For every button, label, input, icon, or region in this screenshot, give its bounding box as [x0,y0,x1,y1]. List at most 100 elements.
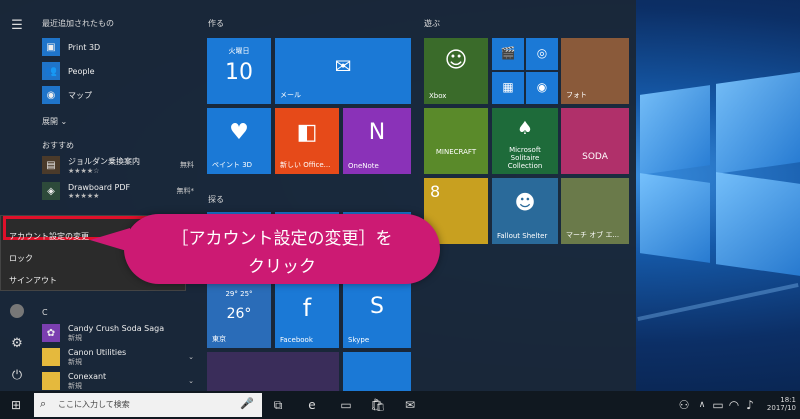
app-sub: 新規 [68,357,82,366]
group-create: 作る [208,19,224,28]
tile-skype[interactable]: S Skype [343,282,411,348]
menu-lock[interactable]: ロック [9,253,33,264]
menu-change-account-settings[interactable]: アカウント設定の変更 [9,231,89,242]
tile-photos[interactable]: フォト [561,38,629,104]
tile-groove[interactable]: ◎ [526,38,558,70]
calculator-icon: ▦ [502,80,514,94]
free-badge: 無料* [176,187,195,195]
windows-start-icon[interactable]: ⊞ [8,397,24,413]
hamburger-menu-icon[interactable]: ☰ [9,18,25,34]
network-icon[interactable]: ▭ [710,397,726,413]
store-icon[interactable]: 🛍 [370,397,386,413]
app-maps[interactable]: ◉ マップ [42,84,92,106]
taskbar-search-box[interactable]: ⌕ ここに入力して検索 🎤 [34,393,262,417]
app-candy-crush[interactable]: ✿ Candy Crush Soda Saga 新規 [42,322,164,344]
tile-fallout[interactable]: ☻ Fallout Shelter [492,178,558,244]
app-sub: 新規 [68,333,82,342]
app-label: Canon Utilities [68,347,127,357]
tile-label: 東京 [212,335,226,343]
app-info: Canon Utilities 新規 [68,348,126,367]
weather-temp-low: 25° [240,290,253,298]
folder-icon [42,348,60,366]
tile-news[interactable] [207,352,339,391]
group-play: 遊ぶ [424,19,440,28]
tile-march[interactable]: マーチ オブ エ... [561,178,629,244]
tile-label: Xbox [429,92,447,100]
wallpaper-window-pane [640,173,710,263]
wifi-icon[interactable]: ◠ [726,397,742,413]
tile-calendar[interactable]: 火曜日 10 [207,38,271,104]
print3d-icon: ▣ [42,38,60,56]
task-view-icon[interactable]: ⧉ [270,397,286,413]
tile-calculator[interactable]: ▦ [492,72,524,104]
recent-header: 最近追加されたもの [42,19,114,28]
groove-icon: ◎ [536,46,548,60]
tile-minecraft[interactable]: MINECRAFT [424,108,488,174]
expand-label: 展開 [42,117,58,126]
tile-paint3d[interactable]: ♥ ペイント 3D [207,108,271,174]
mail-taskbar-icon[interactable]: ✉ [402,397,418,413]
free-badge: 無料 [180,161,194,169]
soda-logo: SODA [582,152,608,162]
drawboard-icon: ◈ [42,182,60,200]
app-label: マップ [68,90,92,100]
clock-date: 2017/10 [766,404,796,412]
settings-gear-icon[interactable]: ⚙ [9,336,25,352]
tile-camera[interactable]: ◉ [526,72,558,104]
app-label: Conexant [68,371,107,381]
app-label: ジョルダン乗換案内 [68,156,140,166]
tile-candy-soda[interactable]: SODA [561,108,629,174]
app-print3d[interactable]: ▣ Print 3D [42,36,100,58]
office-icon: ◧ [296,120,318,145]
group-explore: 探る [208,195,224,204]
expand-link[interactable]: 展開 ⌄ [42,116,67,127]
tile-onenote[interactable]: N OneNote [343,108,411,174]
asphalt-number: 8 [430,182,441,201]
app-label: People [68,66,95,76]
xbox-icon: ☺ [444,48,468,73]
app-sub: 新規 [68,381,82,390]
app-jorudan[interactable]: ▤ ジョルダン乗換案内 ★★★★☆ 無料 [42,154,200,176]
volume-icon[interactable]: ♪ [742,397,758,413]
app-info: ジョルダン乗換案内 ★★★★☆ [68,156,140,175]
tile-xbox[interactable]: ☺ Xbox [424,38,488,104]
app-label: Drawboard PDF [68,182,131,192]
tile-movies[interactable]: 🎬 [492,38,524,70]
weather-temp-current: 26° [226,306,252,322]
tile-facebook[interactable]: f Facebook [275,282,339,348]
calendar-date: 10 [225,60,253,85]
power-icon[interactable]: ⏻ [9,368,25,384]
file-explorer-icon[interactable]: ▭ [338,397,354,413]
app-label: Print 3D [68,42,101,52]
system-clock[interactable]: 18:1 2017/10 [767,396,796,412]
app-rating: ★★★★☆ [68,166,100,175]
tile-solitaire[interactable]: ♠ Microsoft Solitaire Collection [492,108,558,174]
tile-label: フォト [566,91,587,99]
app-people[interactable]: 👥 People [42,60,95,82]
app-conexant[interactable]: Conexant 新規 ⌄ [42,370,200,392]
paint3d-icon: ♥ [229,120,249,145]
letter-c-header[interactable]: C [42,308,48,317]
start-menu: ☰ ⚙ ⏻ 最近追加されたもの ▣ Print 3D 👥 People ◉ マップ 展… [0,0,636,391]
tile-weather[interactable]: 29° 25° 26° 東京 [207,282,271,348]
app-drawboard[interactable]: ◈ Drawboard PDF ★★★★★ 無料* [42,180,200,202]
people-taskbar-icon[interactable]: ⚇ [676,397,692,413]
callout-line1: ［アカウント設定の変更］を [171,229,393,249]
menu-sign-out[interactable]: サインアウト [9,275,57,286]
start-rail: ☰ ⚙ ⏻ [0,0,34,391]
wallpaper-window-pane [716,172,800,276]
chevron-down-icon[interactable]: ⌄ [188,377,194,385]
instruction-callout: ［アカウント設定の変更］を クリック [90,214,440,284]
tile-mail[interactable]: ✉ メール [275,38,411,104]
tile-office[interactable]: ◧ 新しい Office... [275,108,339,174]
microphone-icon[interactable]: 🎤 [240,397,254,410]
chevron-down-icon[interactable]: ⌄ [188,353,194,361]
edge-icon[interactable]: e [304,397,320,413]
app-label: Candy Crush Soda Saga [68,323,165,333]
user-avatar-icon[interactable] [10,304,24,318]
tile-settings[interactable] [343,352,411,391]
app-canon[interactable]: Canon Utilities 新規 ⌄ [42,346,200,368]
tile-label: 新しい Office... [280,161,331,169]
app-list: 最近追加されたもの ▣ Print 3D 👥 People ◉ マップ 展開 ⌄ おす… [34,0,200,391]
chevron-up-icon[interactable]: ∧ [694,397,710,413]
